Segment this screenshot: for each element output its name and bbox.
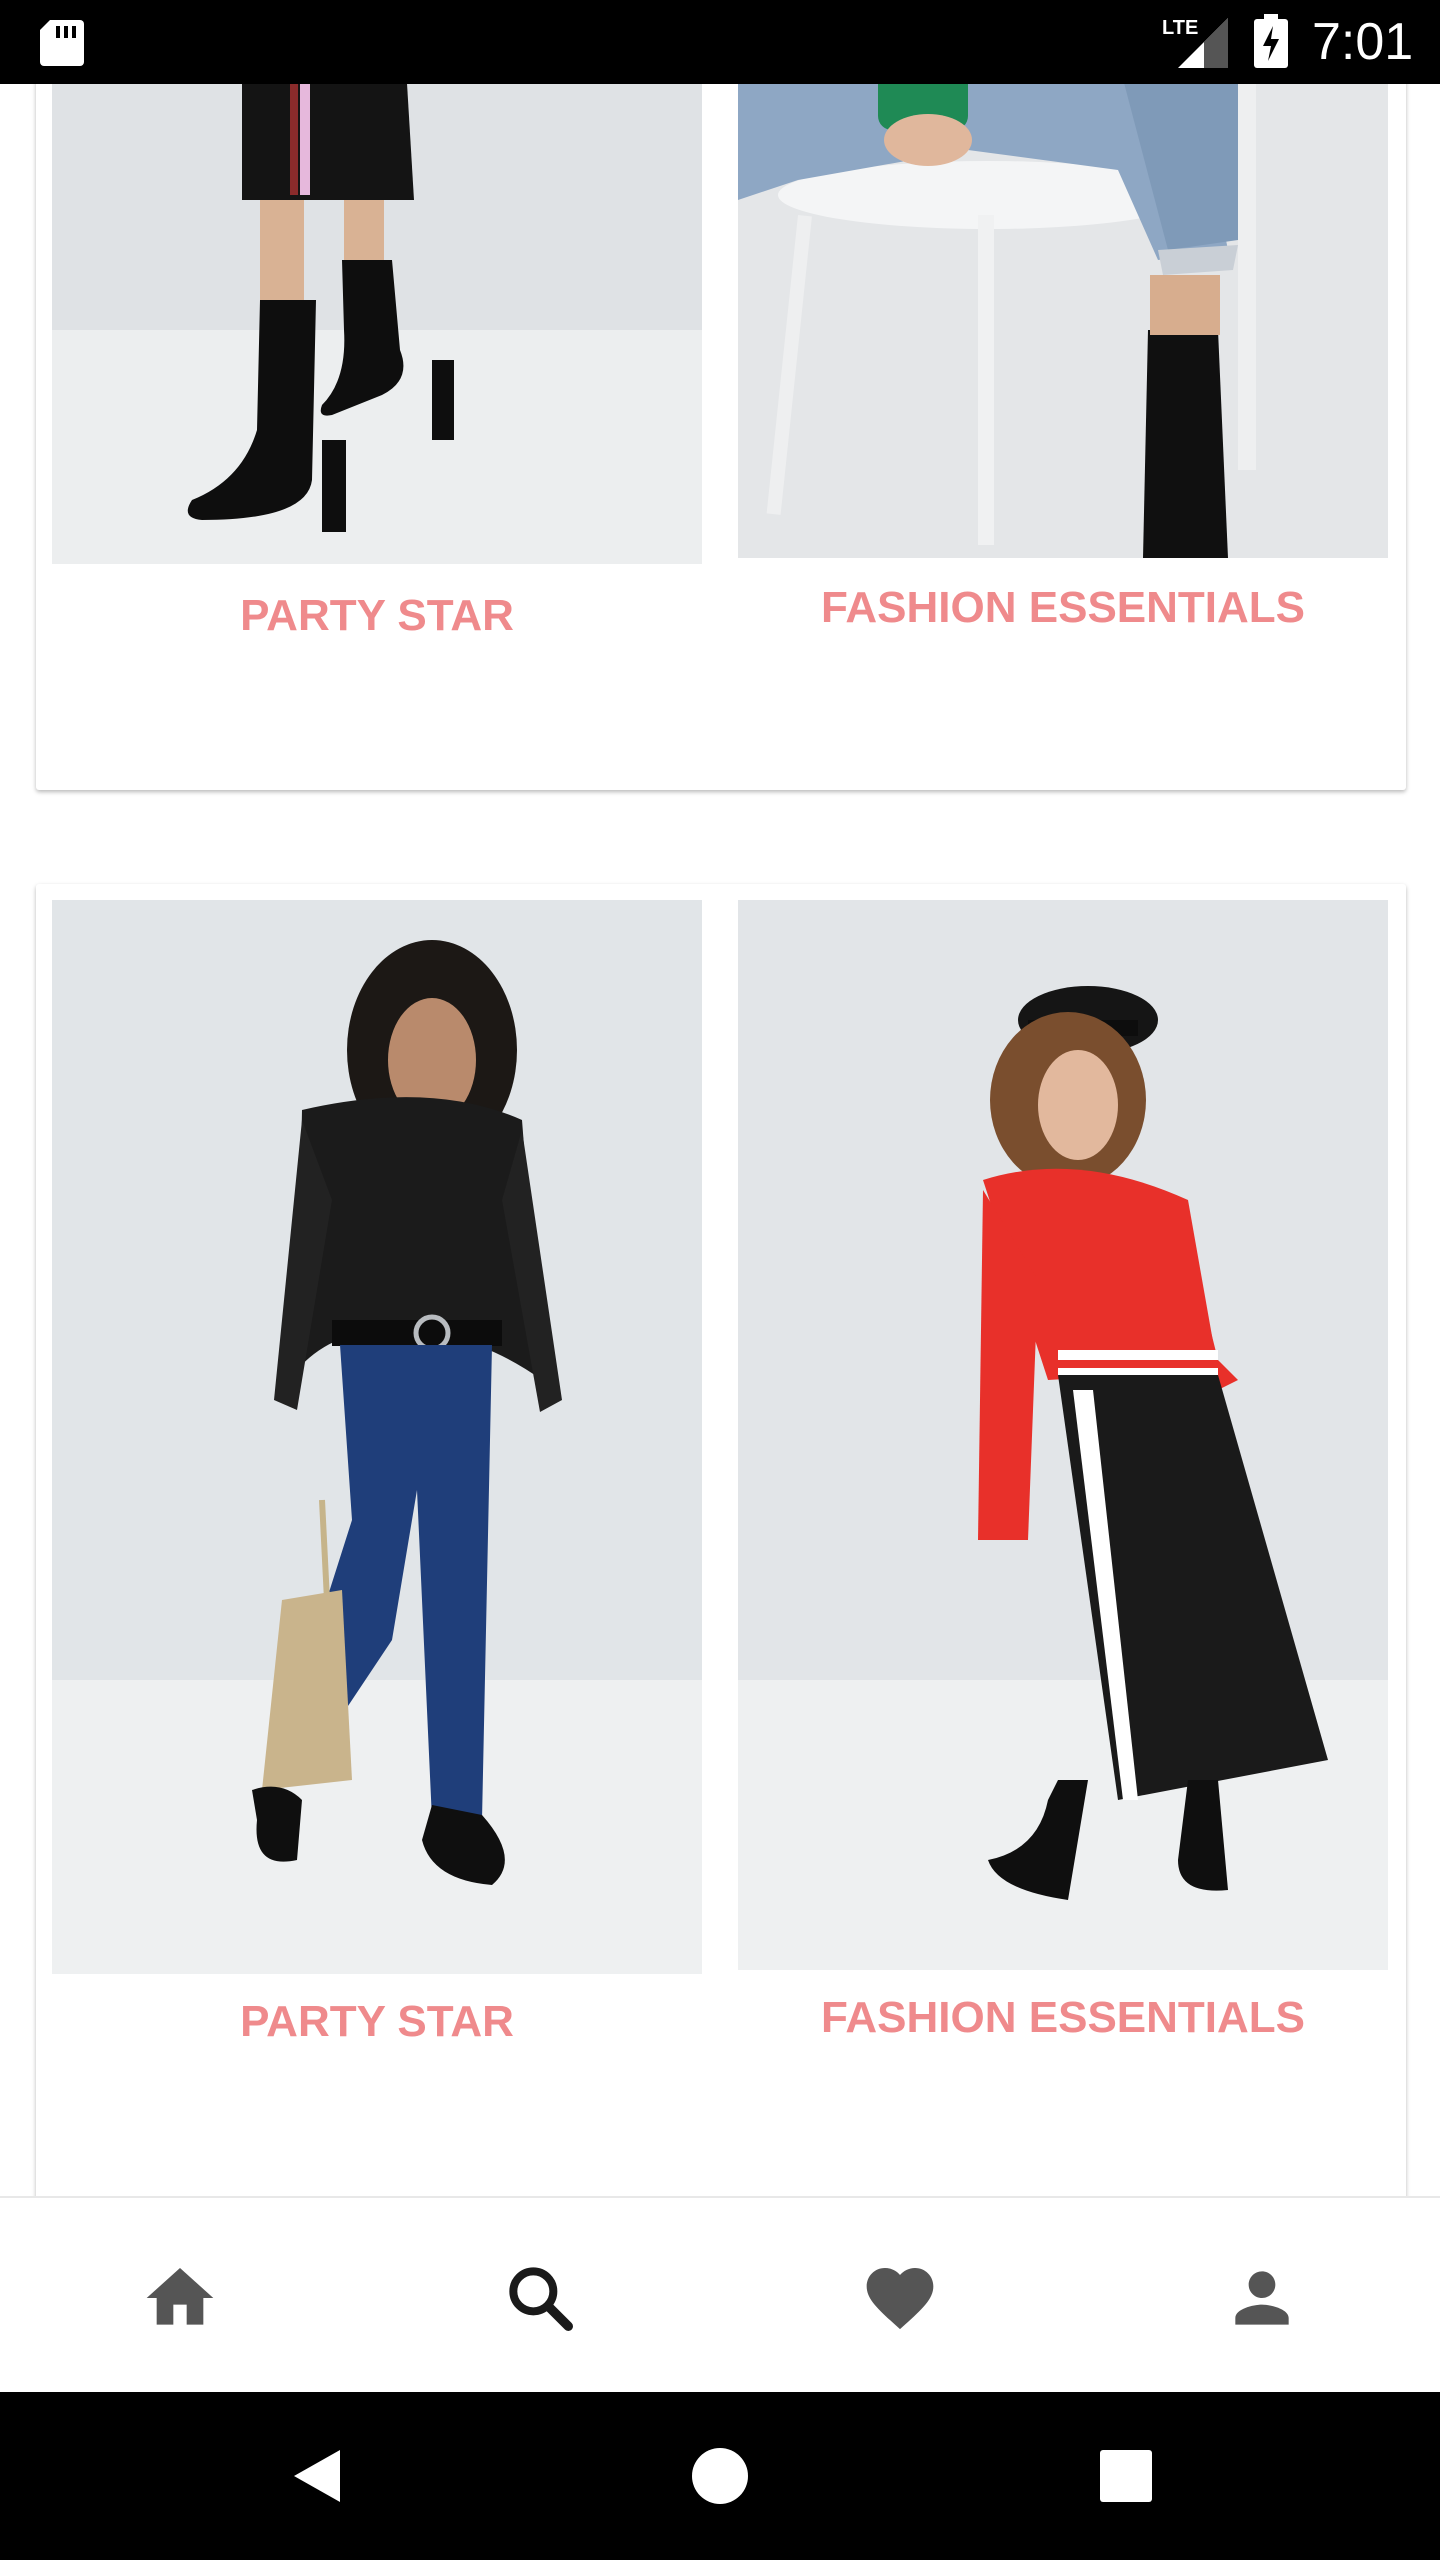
back-icon — [294, 2450, 340, 2502]
nav-profile-button[interactable] — [1222, 2258, 1302, 2338]
heart-icon — [866, 2268, 934, 2330]
red-sweater-pleated-skirt-photo[interactable] — [738, 900, 1388, 1970]
network-label: LTE — [1162, 17, 1198, 39]
nav-home-button[interactable] — [140, 2258, 220, 2338]
sd-card-icon — [40, 20, 84, 66]
sheer-black-blouse-and-jeans-photo[interactable] — [52, 900, 702, 1974]
collection-feed[interactable]: PARTY STAR FASHION ESSENTIALS PARTY STAR… — [0, 84, 1440, 2196]
ripped-jeans-on-stool-photo[interactable] — [738, 84, 1388, 558]
battery-charging-icon — [1254, 14, 1288, 68]
home-icon — [146, 2268, 214, 2325]
collection-card: PARTY STAR FASHION ESSENTIALS — [36, 84, 1406, 790]
lte-signal-icon: LTE — [1162, 17, 1228, 68]
bottom-navigation — [0, 2196, 1440, 2392]
nav-favorites-button[interactable] — [860, 2258, 940, 2338]
collection-card: PARTY STAR FASHION ESSENTIALS — [36, 884, 1406, 2196]
recents-icon — [1100, 2450, 1152, 2502]
system-recents-button[interactable] — [1086, 2436, 1166, 2516]
tile-label[interactable]: PARTY STAR — [52, 588, 702, 644]
black-sock-boots-photo[interactable] — [52, 84, 702, 564]
system-home-button[interactable] — [680, 2436, 760, 2516]
status-bar: LTE 7:01 — [0, 0, 1440, 84]
status-clock: 7:01 — [1312, 13, 1414, 71]
person-icon — [1235, 2271, 1289, 2325]
tile-label[interactable]: FASHION ESSENTIALS — [738, 580, 1388, 636]
nav-search-button[interactable] — [500, 2258, 580, 2338]
tile-label[interactable]: FASHION ESSENTIALS — [738, 1990, 1388, 2046]
system-navigation-bar — [0, 2392, 1440, 2560]
tile-label[interactable]: PARTY STAR — [52, 1994, 702, 2050]
search-icon — [509, 2267, 573, 2331]
home-circle-icon — [692, 2448, 748, 2504]
system-back-button[interactable] — [276, 2436, 356, 2516]
